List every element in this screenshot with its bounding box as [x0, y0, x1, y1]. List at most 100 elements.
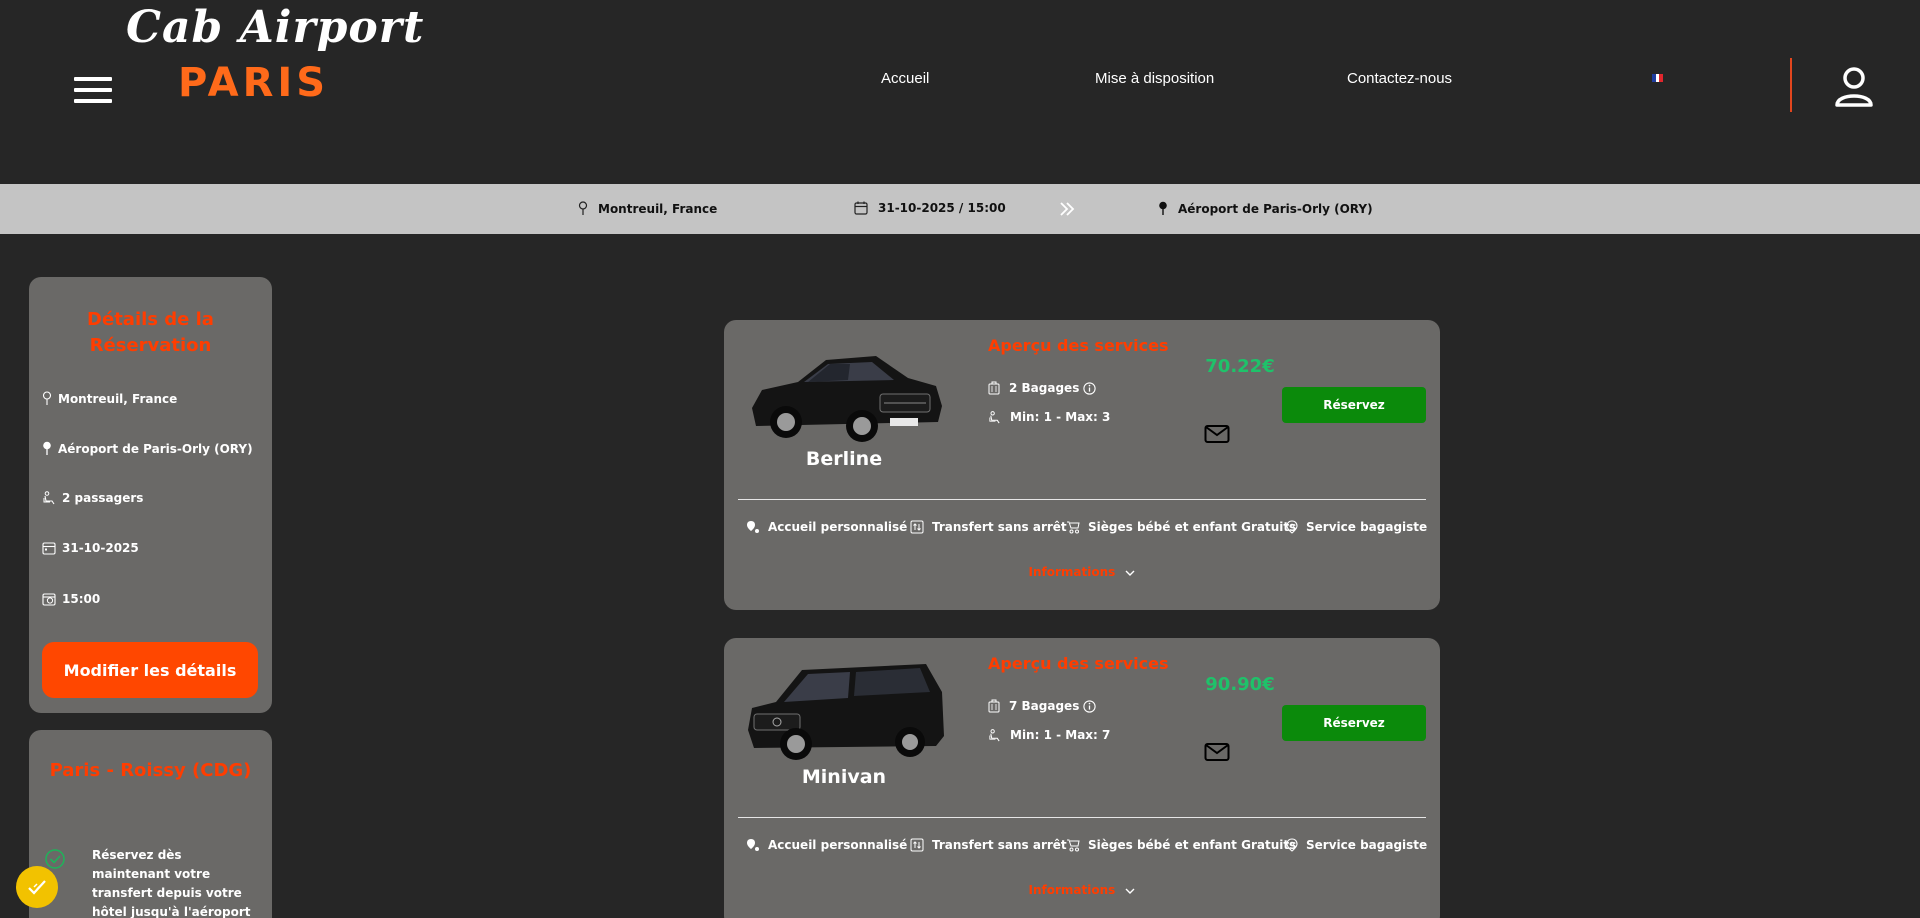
passenger-text: Min: 1 - Max: 3	[1010, 410, 1111, 424]
search-datetime-text: 31-10-2025 / 15:00	[878, 201, 1006, 215]
feature-sieges: Sièges bébé et enfant Gratuits	[1066, 838, 1296, 852]
seat-passenger-icon	[43, 491, 55, 505]
feature-bagagiste: Service bagagiste	[1286, 520, 1427, 534]
vehicle-name: Berline	[805, 448, 883, 470]
calendar-clock-icon	[42, 593, 56, 606]
french-flag-icon[interactable]	[1652, 74, 1664, 82]
header-divider	[1790, 58, 1792, 112]
location-pin-icon	[1286, 838, 1298, 852]
feature-transfert: Transfert sans arrêt	[910, 520, 1067, 534]
detail-from-text: Montreuil, France	[58, 391, 178, 406]
logo-script-text[interactable]: Cab Airport	[126, 2, 423, 60]
detail-passengers-text: 2 passagers	[62, 491, 144, 505]
search-to[interactable]: Aéroport de Paris-Orly (ORY)	[1158, 201, 1373, 216]
info-icon[interactable]	[1083, 381, 1096, 395]
double-chevron-right-icon[interactable]	[1058, 200, 1076, 218]
modify-details-button[interactable]: Modifier les détails	[42, 642, 258, 698]
promo-card: Paris - Roissy (CDG) Réservez dès mainte…	[29, 730, 272, 918]
luggage-spec: 2 Bagages	[988, 381, 1096, 395]
vehicle-name: Minivan	[801, 766, 887, 788]
detail-time-text: 15:00	[62, 592, 101, 606]
nav-mise-a-disposition[interactable]: Mise à disposition	[1095, 70, 1214, 87]
check-circle-icon	[45, 849, 65, 869]
promo-title: Paris - Roissy (CDG)	[49, 760, 252, 781]
detail-from: Montreuil, France	[42, 391, 177, 406]
feature-text: Service bagagiste	[1306, 520, 1428, 534]
location-pin-outline-icon	[578, 201, 588, 215]
informations-text: Informations	[1028, 565, 1116, 579]
minivan-car-image	[748, 664, 944, 760]
feature-text: Transfert sans arrêt	[932, 838, 1067, 852]
services-title: Aperçu des services	[988, 336, 1169, 355]
luggage-text: 2 Bagages	[1009, 381, 1080, 395]
calendar-icon	[854, 201, 868, 215]
nav-accueil[interactable]: Accueil	[881, 70, 929, 87]
feature-text: Accueil personnalisé	[768, 838, 908, 852]
calendar-icon	[42, 542, 56, 555]
berline-car-image	[752, 356, 942, 442]
informations-toggle[interactable]: Informations	[724, 883, 1440, 897]
feature-text: Sièges bébé et enfant Gratuits	[1088, 520, 1297, 534]
search-to-text: Aéroport de Paris-Orly (ORY)	[1178, 201, 1373, 216]
chevron-down-icon	[1125, 888, 1135, 894]
reservation-details-title: Détails de la Réservation	[87, 309, 214, 356]
user-account-icon[interactable]	[1834, 66, 1874, 108]
card-divider	[738, 817, 1426, 818]
search-from-text: Montreuil, France	[598, 201, 718, 216]
welcome-pin-icon	[747, 521, 759, 533]
mail-icon[interactable]	[1204, 742, 1230, 762]
feature-sieges: Sièges bébé et enfant Gratuits	[1066, 520, 1296, 534]
card-divider	[738, 499, 1426, 500]
book-button[interactable]: Réservez	[1282, 705, 1426, 741]
feature-text: Sièges bébé et enfant Gratuits	[1088, 838, 1297, 852]
services-title: Aperçu des services	[988, 654, 1169, 673]
location-pin-icon	[1286, 520, 1298, 534]
feature-text: Transfert sans arrêt	[932, 520, 1067, 534]
detail-time: 15:00	[42, 592, 100, 606]
search-datetime[interactable]: 31-10-2025 / 15:00	[854, 201, 1006, 215]
chevron-down-icon	[1125, 570, 1135, 576]
passenger-spec: Min: 1 - Max: 3	[988, 410, 1110, 424]
location-pin-outline-icon	[42, 391, 52, 405]
cookie-consent-button[interactable]	[16, 866, 58, 908]
hamburger-menu-icon[interactable]	[74, 77, 112, 107]
passenger-spec: Min: 1 - Max: 7	[988, 728, 1110, 742]
informations-toggle[interactable]: Informations	[724, 565, 1440, 579]
feature-accueil: Accueil personnalisé	[746, 520, 907, 534]
detail-passengers: 2 passagers	[42, 491, 143, 505]
info-icon[interactable]	[1083, 699, 1096, 713]
reservation-details-card: Détails de la Réservation Montreuil, Fra…	[29, 277, 272, 713]
nonstop-transfer-icon	[910, 838, 924, 852]
vehicle-card-berline: Berline Aperçu des services 2 Bagages Mi…	[724, 320, 1440, 610]
cookie-check-icon	[28, 880, 46, 895]
detail-date: 31-10-2025	[42, 541, 139, 555]
promo-text: Réservez dès maintenant votre transfert …	[92, 848, 251, 918]
baby-stroller-icon	[1067, 839, 1080, 852]
location-pin-filled-icon	[1159, 201, 1167, 215]
seat-passenger-icon	[989, 728, 1000, 741]
logo-city-text[interactable]: PARIS	[178, 60, 329, 106]
luggage-icon	[988, 381, 1000, 395]
location-pin-filled-icon	[43, 441, 51, 455]
mail-icon[interactable]	[1204, 424, 1230, 444]
luggage-spec: 7 Bagages	[988, 699, 1096, 713]
detail-to-text: Aéroport de Paris-Orly (ORY)	[58, 441, 253, 456]
informations-text: Informations	[1028, 883, 1116, 897]
feature-text: Accueil personnalisé	[768, 520, 908, 534]
welcome-pin-icon	[747, 839, 759, 851]
nonstop-transfer-icon	[910, 520, 924, 534]
baby-stroller-icon	[1067, 521, 1080, 534]
passenger-text: Min: 1 - Max: 7	[1010, 728, 1111, 742]
luggage-icon	[988, 699, 1000, 713]
vehicle-price: 70.22€	[1205, 356, 1275, 377]
book-button[interactable]: Réservez	[1282, 387, 1426, 423]
search-from[interactable]: Montreuil, France	[578, 201, 717, 216]
feature-transfert: Transfert sans arrêt	[910, 838, 1067, 852]
feature-text: Service bagagiste	[1306, 838, 1428, 852]
luggage-text: 7 Bagages	[1009, 699, 1080, 713]
detail-date-text: 31-10-2025	[62, 541, 139, 555]
trip-search-bar: Montreuil, France 31-10-2025 / 15:00 Aér…	[0, 184, 1920, 234]
nav-contactez-nous[interactable]: Contactez-nous	[1347, 70, 1452, 87]
vehicle-price: 90.90€	[1205, 674, 1275, 695]
feature-bagagiste: Service bagagiste	[1286, 838, 1427, 852]
